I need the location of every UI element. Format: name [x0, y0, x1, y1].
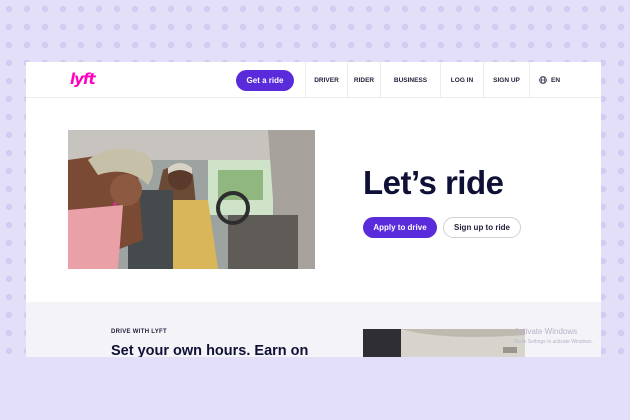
lyft-logo[interactable]: lyft [70, 70, 96, 88]
activate-windows-watermark: Activate Windows Go to Settings to activ… [514, 326, 593, 348]
apply-to-drive-button[interactable]: Apply to drive [363, 217, 437, 238]
nav-item-sign-up[interactable]: SIGN UP [483, 62, 529, 98]
nav-item-log-in[interactable]: LOG IN [440, 62, 483, 98]
sign-up-to-ride-button[interactable]: Sign up to ride [443, 217, 521, 238]
page-background-band [0, 357, 630, 420]
section-photo [363, 329, 525, 357]
section-eyebrow: DRIVE WITH LYFT [111, 329, 167, 335]
section-headline: Set your own hours. Earn on [111, 343, 309, 357]
globe-icon [539, 76, 547, 85]
language-selector[interactable]: EN [529, 62, 569, 98]
nav-item-business[interactable]: BUSINESS [380, 62, 440, 98]
nav-item-driver[interactable]: DRIVER [305, 62, 347, 98]
browser-viewport: lyft Get a ride DRIVER RIDER BUSINESS LO… [26, 62, 601, 357]
hero-title: Let’s ride [363, 164, 504, 201]
top-navigation: lyft Get a ride DRIVER RIDER BUSINESS LO… [26, 62, 601, 98]
hero-photo [68, 130, 315, 269]
watermark-subtitle: Go to Settings to activate Windows. [514, 339, 593, 345]
language-label: EN [550, 77, 561, 84]
watermark-title: Activate Windows [514, 327, 578, 336]
nav-item-rider[interactable]: RIDER [347, 62, 380, 98]
get-a-ride-button[interactable]: Get a ride [236, 70, 294, 91]
